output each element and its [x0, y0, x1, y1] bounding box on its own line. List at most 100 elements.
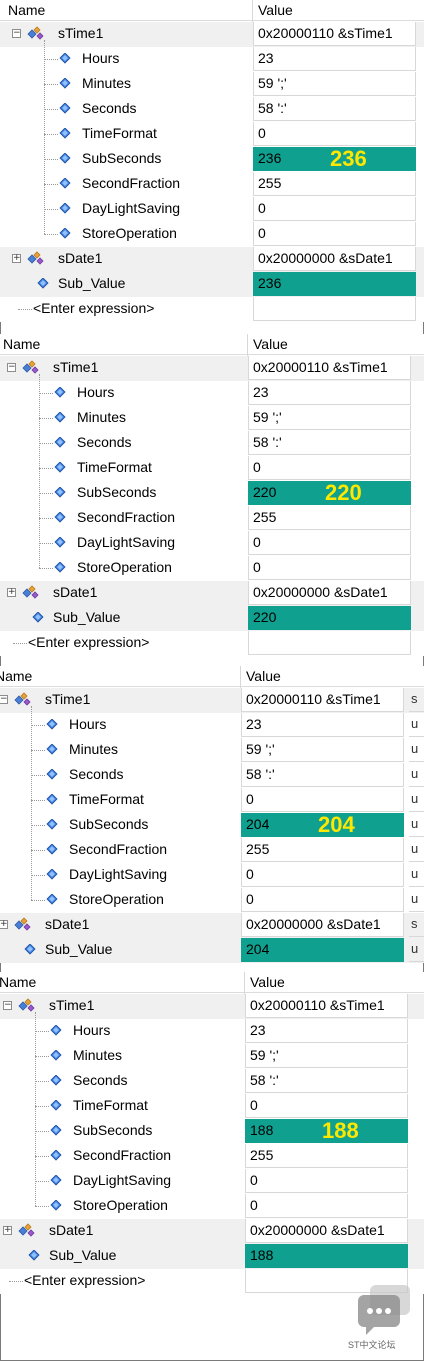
field-value[interactable]: 58 ':': [253, 97, 416, 121]
collapse-toggle[interactable]: −: [12, 29, 21, 38]
field-value[interactable]: 0: [253, 222, 416, 246]
value-column-header[interactable]: Value: [253, 336, 288, 352]
watch-row-field[interactable]: TimeFormat 0: [0, 1094, 424, 1119]
watch-row-field[interactable]: SubSeconds 236 236: [0, 146, 424, 172]
watch-row-sdate[interactable]: + sDate1 0x20000000 &sDate1: [0, 247, 424, 272]
column-divider[interactable]: [240, 666, 241, 688]
field-value[interactable]: 0: [245, 1194, 408, 1218]
variable-value[interactable]: 0x20000000 &sDate1: [253, 247, 416, 271]
variable-value[interactable]: 0x20000110 &sTime1: [245, 994, 408, 1018]
watch-row-field[interactable]: SecondFraction 255: [0, 172, 424, 197]
column-divider[interactable]: [252, 0, 253, 22]
field-value[interactable]: 23: [253, 47, 416, 71]
variable-value[interactable]: 220: [248, 606, 411, 630]
field-value[interactable]: 59 ';': [253, 72, 416, 96]
field-value[interactable]: 0: [253, 122, 416, 146]
watch-row-field[interactable]: TimeFormat 0: [0, 456, 424, 481]
watch-row-field[interactable]: SecondFraction 255: [0, 1144, 424, 1169]
watch-row-field[interactable]: DayLightSaving 0: [0, 197, 424, 222]
value-column-header[interactable]: Value: [250, 974, 285, 990]
watch-row-field[interactable]: DayLightSaving 0: [0, 1169, 424, 1194]
collapse-toggle[interactable]: −: [3, 1001, 12, 1010]
variable-value[interactable]: 188: [245, 1244, 408, 1268]
field-value[interactable]: 0: [248, 531, 411, 555]
watch-row-stime[interactable]: − sTime1 0x20000110 &sTime1 s: [0, 688, 424, 713]
field-value[interactable]: 0: [245, 1094, 408, 1118]
watch-row-sub-value[interactable]: Sub_Value 236: [0, 272, 424, 297]
watch-row-sdate[interactable]: + sDate1 0x20000000 &sDate1: [0, 1219, 424, 1244]
field-value[interactable]: 255: [248, 506, 411, 530]
column-divider[interactable]: [247, 334, 248, 356]
value-column-header[interactable]: Value: [246, 668, 281, 684]
watch-row-field[interactable]: StoreOperation 0 u: [0, 888, 424, 913]
value-column-header[interactable]: Value: [258, 2, 293, 18]
expand-toggle[interactable]: +: [7, 588, 16, 597]
watch-row-field[interactable]: Minutes 59 ';': [0, 1044, 424, 1069]
field-value[interactable]: 0: [253, 197, 416, 221]
variable-value[interactable]: 0x20000000 &sDate1: [248, 581, 411, 605]
field-value[interactable]: 255: [253, 172, 416, 196]
expression-value[interactable]: [248, 631, 411, 655]
watch-row-field[interactable]: Hours 23: [0, 47, 424, 72]
name-column-header[interactable]: Name: [0, 974, 36, 990]
field-value[interactable]: 23: [241, 713, 404, 737]
expand-toggle[interactable]: +: [12, 254, 21, 263]
field-value[interactable]: 255: [241, 838, 404, 862]
field-value[interactable]: 59 ';': [248, 406, 411, 430]
name-column-header[interactable]: Name: [3, 336, 40, 352]
variable-value[interactable]: 0x20000110 &sTime1: [241, 688, 404, 712]
variable-value[interactable]: 0x20000110 &sTime1: [248, 356, 411, 380]
watch-row-field[interactable]: TimeFormat 0 u: [0, 788, 424, 813]
field-value[interactable]: 23: [245, 1019, 408, 1043]
field-value[interactable]: 255: [245, 1144, 408, 1168]
watch-row-stime[interactable]: − sTime1 0x20000110 &sTime1: [0, 994, 424, 1019]
watch-row-field[interactable]: StoreOperation 0: [0, 556, 424, 581]
watch-row-field[interactable]: Hours 23: [0, 1019, 424, 1044]
watch-row-field[interactable]: StoreOperation 0: [0, 222, 424, 247]
expand-toggle[interactable]: +: [0, 920, 8, 929]
watch-row-field[interactable]: SecondFraction 255 u: [0, 838, 424, 863]
watch-row-field[interactable]: Minutes 59 ';': [0, 72, 424, 97]
watch-row-enter-expression[interactable]: <Enter expression>: [0, 297, 424, 322]
watch-row-stime[interactable]: − sTime1 0x20000110 &sTime1: [0, 22, 424, 47]
name-column-header[interactable]: Name: [8, 2, 45, 18]
watch-row-field[interactable]: Seconds 58 ':': [0, 431, 424, 456]
field-value[interactable]: 59 ';': [245, 1044, 408, 1068]
watch-row-field[interactable]: TimeFormat 0: [0, 122, 424, 147]
expand-toggle[interactable]: +: [3, 1226, 12, 1235]
field-value[interactable]: 0: [241, 788, 404, 812]
field-value[interactable]: 59 ';': [241, 738, 404, 762]
field-value[interactable]: 58 ':': [241, 763, 404, 787]
watch-row-field[interactable]: Minutes 59 ';' u: [0, 738, 424, 763]
column-divider[interactable]: [244, 972, 245, 994]
watch-row-field[interactable]: DayLightSaving 0 u: [0, 863, 424, 888]
expression-value[interactable]: [253, 297, 416, 321]
variable-value[interactable]: 204: [241, 938, 404, 962]
watch-row-field[interactable]: SubSeconds 204 204 u: [0, 812, 424, 838]
field-value[interactable]: 58 ':': [245, 1069, 408, 1093]
watch-row-sub-value[interactable]: Sub_Value 188: [0, 1244, 424, 1269]
watch-row-field[interactable]: Seconds 58 ':': [0, 1069, 424, 1094]
watch-row-field[interactable]: Minutes 59 ';': [0, 406, 424, 431]
watch-row-field[interactable]: SecondFraction 255: [0, 506, 424, 531]
watch-row-enter-expression[interactable]: <Enter expression>: [0, 631, 424, 656]
variable-value[interactable]: 236: [253, 272, 416, 296]
collapse-toggle[interactable]: −: [7, 363, 16, 372]
field-value[interactable]: 23: [248, 381, 411, 405]
watch-row-field[interactable]: DayLightSaving 0: [0, 531, 424, 556]
name-column-header[interactable]: Name: [0, 668, 32, 684]
field-value[interactable]: 0: [241, 863, 404, 887]
watch-row-field[interactable]: Hours 23 u: [0, 713, 424, 738]
variable-value[interactable]: 0x20000110 &sTime1: [253, 22, 416, 46]
watch-row-field[interactable]: SubSeconds 188 188: [0, 1118, 424, 1144]
field-value[interactable]: 58 ':': [248, 431, 411, 455]
watch-row-sub-value[interactable]: Sub_Value 220: [0, 606, 424, 631]
watch-row-sdate[interactable]: + sDate1 0x20000000 &sDate1: [0, 581, 424, 606]
watch-row-field[interactable]: Hours 23: [0, 381, 424, 406]
field-value[interactable]: 0: [245, 1169, 408, 1193]
watch-row-field[interactable]: SubSeconds 220 220: [0, 480, 424, 506]
watch-row-sdate[interactable]: + sDate1 0x20000000 &sDate1 s: [0, 913, 424, 938]
field-value[interactable]: 0: [248, 456, 411, 480]
watch-row-field[interactable]: Seconds 58 ':' u: [0, 763, 424, 788]
variable-value[interactable]: 0x20000000 &sDate1: [245, 1219, 408, 1243]
